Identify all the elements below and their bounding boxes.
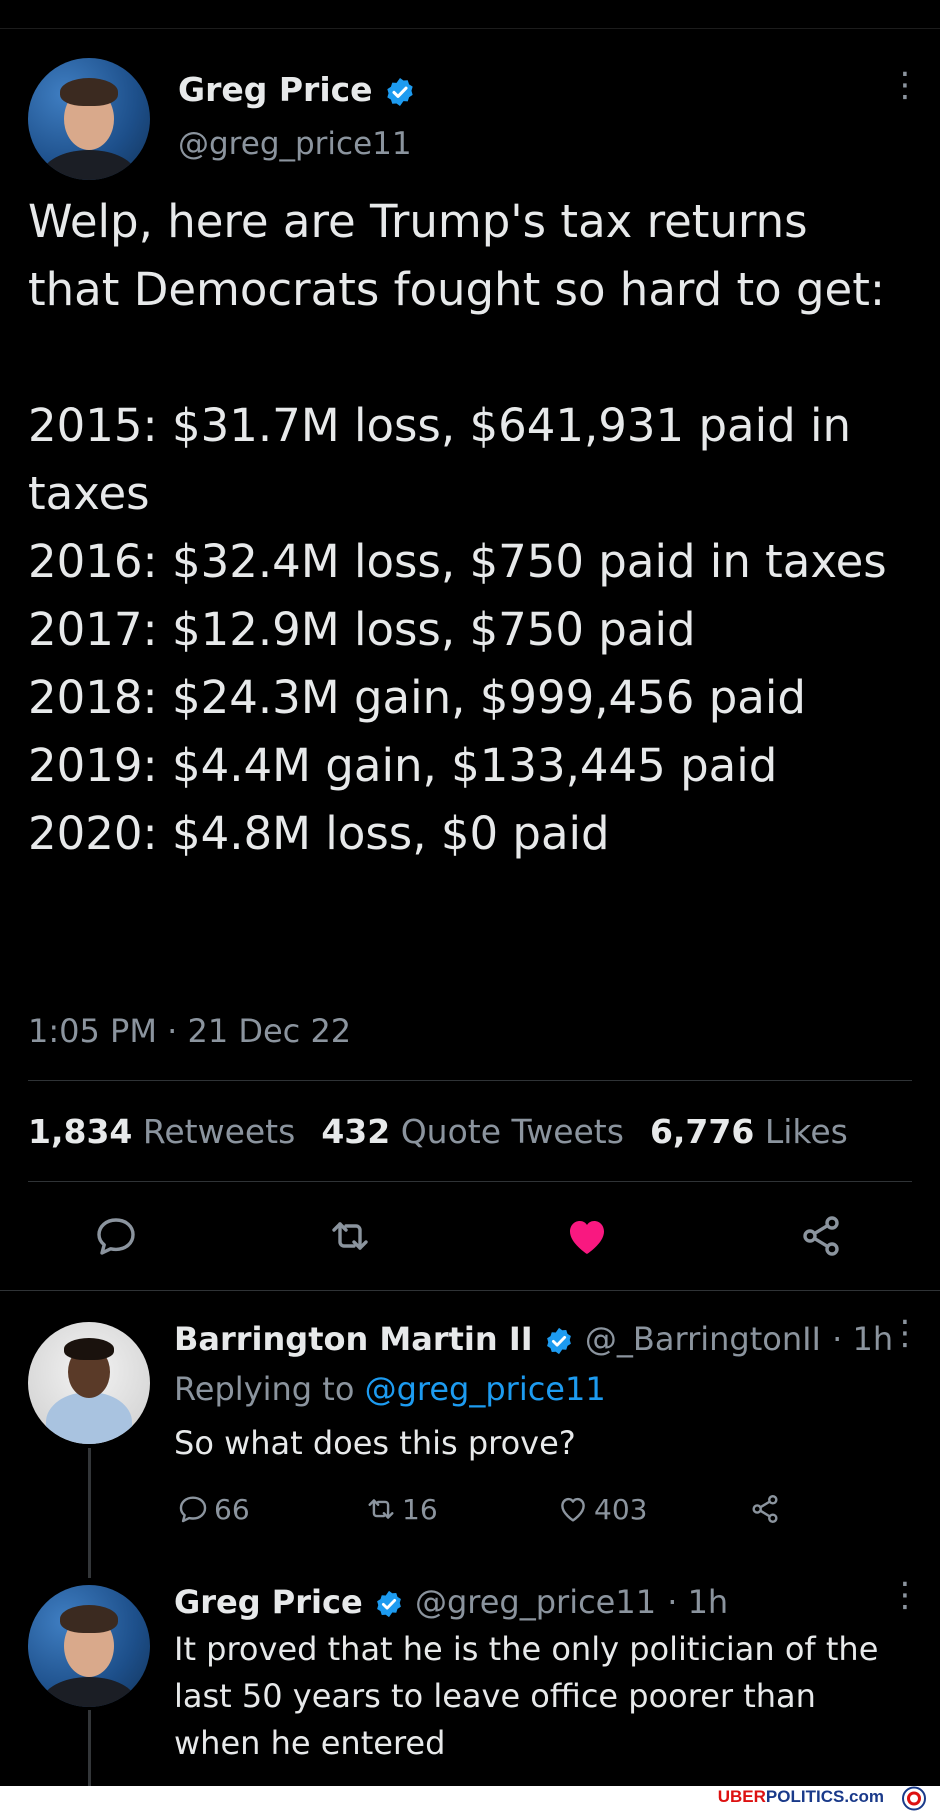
retweet-icon [368, 1499, 394, 1519]
avatar-greg-price[interactable] [28, 58, 150, 180]
verified-badge-icon [376, 1590, 401, 1618]
thread-connector [88, 1448, 91, 1578]
reply-2-time: · 1h [667, 1583, 729, 1621]
author-name[interactable]: Greg Price [178, 70, 416, 109]
more-options-icon[interactable]: ⋮ [888, 68, 922, 102]
reply-icon [179, 1496, 207, 1523]
author-handle[interactable]: @greg_price11 [178, 126, 412, 162]
avatar-greg-price[interactable] [28, 1585, 150, 1707]
verified-badge-icon [546, 1327, 571, 1355]
reply-1-like-button[interactable]: 403 [556, 1492, 647, 1526]
thread-divider [0, 1290, 940, 1291]
reply-1-text: So what does this prove? [174, 1424, 576, 1462]
likes-stat[interactable]: 6,776 Likes [650, 1112, 848, 1151]
reply-2-author-name[interactable]: Greg Price [174, 1583, 363, 1621]
replying-to: Replying to @greg_price11 [174, 1370, 606, 1408]
watermark-brand: UBERPOLITICS.com [717, 1787, 884, 1806]
top-divider [0, 28, 940, 29]
stats-top-divider [28, 1080, 912, 1081]
reply-1-author-name[interactable]: Barrington Martin II [174, 1320, 533, 1358]
engagement-stats: 1,834 Retweets 432 Quote Tweets 6,776 Like… [28, 1112, 848, 1151]
more-options-icon[interactable]: ⋮ [888, 1316, 922, 1350]
reply-1-time: · 1h [832, 1320, 894, 1358]
reply-2-text: It proved that he is the only politician… [174, 1630, 879, 1762]
heart-icon[interactable] [563, 1212, 611, 1260]
replying-to-link[interactable]: @greg_price11 [365, 1370, 606, 1408]
tweet-timestamp[interactable]: 1:05 PM · 21 Dec 22 [28, 1012, 351, 1050]
reply-1-retweet-button[interactable]: 16 [364, 1492, 438, 1526]
quotes-stat[interactable]: 432 Quote Tweets [321, 1112, 624, 1151]
thread-connector [88, 1710, 91, 1786]
heart-icon [561, 1497, 585, 1522]
retweets-stat[interactable]: 1,834 Retweets [28, 1112, 295, 1151]
tweet-body: Welp, here are Trump's tax returns that … [28, 195, 887, 860]
reply-2-header[interactable]: Greg Price @greg_price11 · 1h [174, 1583, 728, 1621]
stats-bottom-divider [28, 1181, 912, 1182]
reply-1-reply-button[interactable]: 66 [176, 1492, 250, 1526]
share-icon[interactable] [797, 1212, 845, 1260]
reply-2-handle[interactable]: @greg_price11 [415, 1583, 656, 1621]
uberpolitics-logo-icon [902, 1786, 926, 1811]
reply-1-handle[interactable]: @_BarringtonII [585, 1320, 821, 1358]
retweet-icon[interactable] [326, 1212, 374, 1260]
reply-icon[interactable] [92, 1212, 140, 1260]
avatar-barrington-martin[interactable] [28, 1322, 150, 1444]
more-options-icon[interactable]: ⋮ [888, 1578, 922, 1612]
verified-badge-icon [387, 77, 413, 106]
reply-1-header[interactable]: Barrington Martin II @_BarringtonII · 1h [174, 1320, 893, 1358]
share-icon[interactable] [748, 1492, 782, 1526]
